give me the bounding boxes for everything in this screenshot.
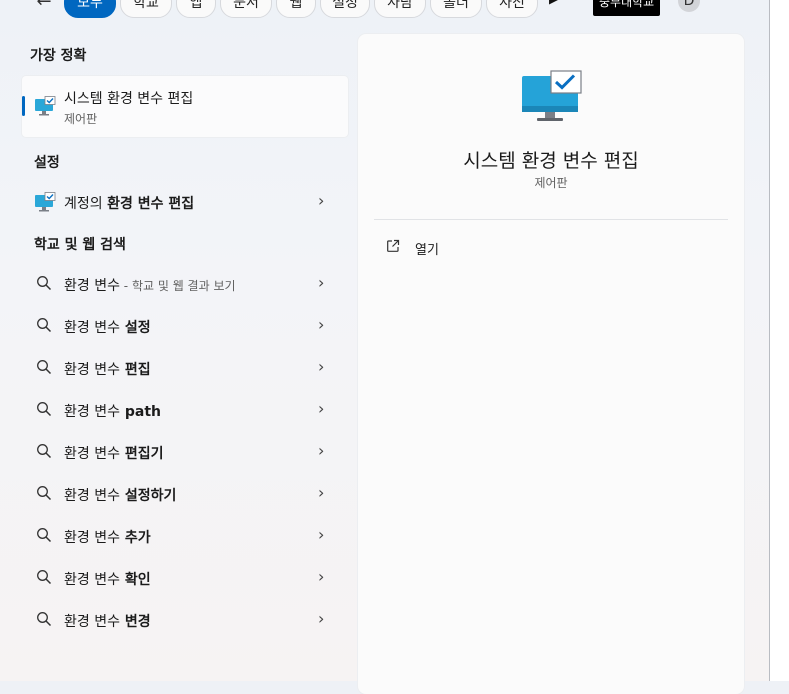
- chevron-right-icon[interactable]: ›: [318, 567, 330, 587]
- open-label: 열기: [415, 243, 439, 258]
- monitor-check-icon: [35, 192, 56, 212]
- filter-tab-7[interactable]: 폴더: [430, 0, 482, 18]
- web-search-label: 환경 변수 - 학교 및 웹 결과 보기: [64, 278, 236, 294]
- chevron-right-icon[interactable]: ›: [318, 609, 330, 629]
- avatar[interactable]: D: [678, 0, 700, 12]
- filter-tab-1[interactable]: 학교: [120, 0, 172, 18]
- search-icon: [37, 360, 52, 375]
- web-search-result-item[interactable]: 환경 변수 확인 ›: [22, 560, 348, 596]
- web-search-result-item[interactable]: 환경 변수 편집기 ›: [22, 434, 348, 470]
- monitor-check-icon: [522, 70, 582, 121]
- best-match-title: 시스템 환경 변수 편집: [64, 91, 194, 107]
- selection-indicator: [22, 96, 25, 116]
- web-search-result-item[interactable]: 환경 변수 - 학교 및 웹 결과 보기 ›: [22, 266, 348, 302]
- detail-panel: 시스템 환경 변수 편집 제어판 열기: [358, 34, 744, 694]
- web-search-label: 환경 변수 path: [64, 404, 161, 420]
- chevron-right-icon[interactable]: ›: [318, 357, 330, 377]
- best-match-subtitle: 제어판: [64, 112, 98, 126]
- filter-tab-4[interactable]: 웹: [276, 0, 316, 18]
- open-external-icon: [387, 239, 400, 252]
- search-icon: [37, 444, 52, 459]
- open-action[interactable]: 열기: [374, 232, 728, 264]
- settings-result-item[interactable]: 계정의 환경 변수 편집 ›: [22, 184, 348, 220]
- search-icon: [37, 276, 52, 291]
- chevron-right-icon[interactable]: ›: [318, 273, 330, 293]
- search-icon: [37, 486, 52, 501]
- search-icon: [37, 402, 52, 417]
- detail-subtitle: 제어판: [534, 176, 568, 190]
- filter-tab-5[interactable]: 설정: [320, 0, 370, 18]
- web-search-result-item[interactable]: 환경 변수 추가 ›: [22, 518, 348, 554]
- chevron-right-icon[interactable]: ›: [318, 483, 330, 503]
- detail-title: 시스템 환경 변수 편집: [463, 150, 639, 172]
- web-search-result-item[interactable]: 환경 변수 변경 ›: [22, 602, 348, 638]
- filter-tab-0[interactable]: 모두: [64, 0, 116, 18]
- best-match-result[interactable]: 시스템 환경 변수 편집 제어판: [22, 76, 348, 137]
- web-search-label: 환경 변수 편집기: [64, 446, 164, 462]
- more-filters-button[interactable]: ▶: [549, 0, 558, 6]
- divider: [374, 219, 728, 220]
- organization-badge[interactable]: 중부대학교: [593, 0, 661, 16]
- web-search-label: 환경 변수 추가: [64, 530, 151, 546]
- chevron-right-icon[interactable]: ›: [318, 191, 330, 211]
- search-icon: [37, 612, 52, 627]
- web-search-label: 환경 변수 설정: [64, 320, 151, 336]
- web-search-label: 환경 변수 확인: [64, 572, 151, 588]
- search-icon: [37, 318, 52, 333]
- chevron-right-icon[interactable]: ›: [318, 399, 330, 419]
- best-match-heading: 가장 정확: [30, 48, 87, 64]
- more-options-button[interactable]: ···: [717, 0, 737, 5]
- web-search-label: 환경 변수 편집: [64, 362, 151, 378]
- desktop-strip: [770, 0, 789, 681]
- filter-tab-6[interactable]: 사람: [374, 0, 426, 18]
- filter-tab-3[interactable]: 문서: [220, 0, 272, 18]
- search-icon: [37, 528, 52, 543]
- filter-bar: ← 모두학교앱문서웹설정사람폴더사진 ▶ 중부대학교 D ···: [0, 0, 770, 20]
- filter-tab-8[interactable]: 사진: [486, 0, 538, 18]
- web-search-result-item[interactable]: 환경 변수 설정 ›: [22, 308, 348, 344]
- search-icon: [37, 570, 52, 585]
- arrow-left-icon: ←: [36, 0, 52, 12]
- web-search-heading: 학교 및 웹 검색: [34, 237, 126, 253]
- play-icon: ▶: [549, 0, 558, 6]
- settings-heading: 설정: [34, 155, 60, 171]
- settings-item-label: 계정의 환경 변수 편집: [64, 196, 195, 212]
- back-button[interactable]: ←: [32, 0, 56, 14]
- web-search-result-item[interactable]: 환경 변수 path ›: [22, 392, 348, 428]
- web-search-result-item[interactable]: 환경 변수 설정하기 ›: [22, 476, 348, 512]
- monitor-check-icon: [35, 96, 56, 116]
- web-search-label: 환경 변수 설정하기: [64, 488, 177, 504]
- chevron-right-icon[interactable]: ›: [318, 441, 330, 461]
- chevron-right-icon[interactable]: ›: [318, 315, 330, 335]
- filter-tab-2[interactable]: 앱: [176, 0, 216, 18]
- web-search-label: 환경 변수 변경: [64, 614, 151, 630]
- chevron-right-icon[interactable]: ›: [318, 525, 330, 545]
- more-icon: ···: [717, 0, 737, 5]
- web-search-result-item[interactable]: 환경 변수 편집 ›: [22, 350, 348, 386]
